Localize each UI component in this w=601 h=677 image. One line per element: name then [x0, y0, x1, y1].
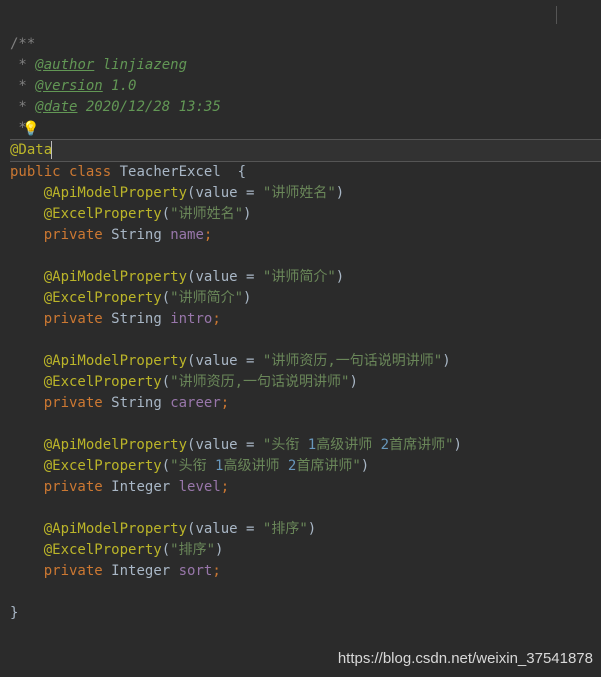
code-editor[interactable]: /** * @author linjiazeng * @version 1.0 … — [0, 30, 601, 624]
doc-author: * @author linjiazeng — [10, 55, 601, 76]
level-api: @ApiModelProperty(value = "头衔 1高级讲师 2首席讲… — [10, 435, 601, 456]
career-field: private String career; — [10, 393, 601, 414]
sort-api: @ApiModelProperty(value = "排序") — [10, 519, 601, 540]
blank — [10, 330, 601, 351]
blank — [10, 582, 601, 603]
blank — [10, 246, 601, 267]
career-excel: @ExcelProperty("讲师资历,一句话说明讲师") — [10, 372, 601, 393]
sort-excel: @ExcelProperty("排序") — [10, 540, 601, 561]
name-api: @ApiModelProperty(value = "讲师姓名") — [10, 183, 601, 204]
doc-date: * @date 2020/12/28 13:35 — [10, 97, 601, 118]
lightbulb-icon[interactable]: 💡 — [22, 119, 39, 140]
editor-top-bar — [0, 0, 601, 30]
class-close: } — [10, 603, 601, 624]
intro-excel: @ExcelProperty("讲师简介") — [10, 288, 601, 309]
doc-open: /** — [10, 34, 601, 55]
annotation-data: @Data — [10, 142, 52, 158]
level-excel: @ExcelProperty("头衔 1高级讲师 2首席讲师") — [10, 456, 601, 477]
doc-version: * @version 1.0 — [10, 76, 601, 97]
level-field: private Integer level; — [10, 477, 601, 498]
name-field: private String name; — [10, 225, 601, 246]
class-decl: public class TeacherExcel { — [10, 162, 601, 183]
name-excel: @ExcelProperty("讲师姓名") — [10, 204, 601, 225]
watermark-text: https://blog.csdn.net/weixin_37541878 — [338, 648, 593, 669]
blank — [10, 414, 601, 435]
blank — [10, 498, 601, 519]
intro-api: @ApiModelProperty(value = "讲师简介") — [10, 267, 601, 288]
text-cursor — [51, 141, 52, 159]
top-divider — [556, 6, 557, 24]
doc-close: */ — [10, 118, 601, 139]
intro-field: private String intro; — [10, 309, 601, 330]
career-api: @ApiModelProperty(value = "讲师资历,一句话说明讲师"… — [10, 351, 601, 372]
annotation-data-line: @Data — [10, 139, 601, 162]
sort-field: private Integer sort; — [10, 561, 601, 582]
